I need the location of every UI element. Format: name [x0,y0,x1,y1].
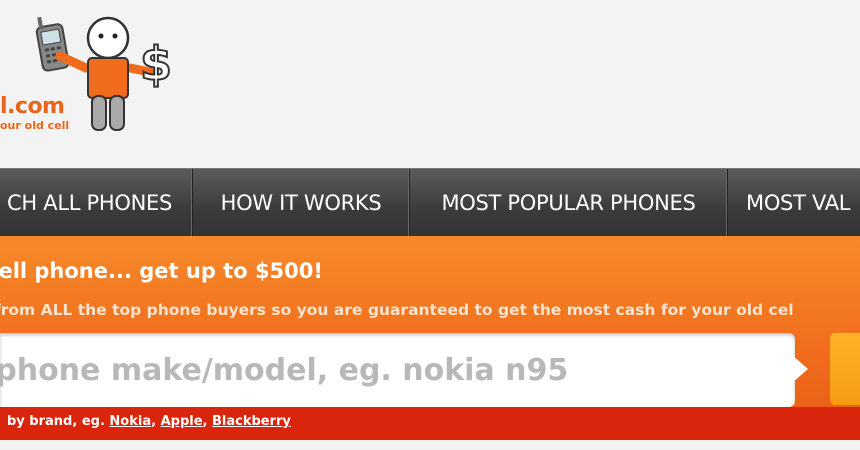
nav-item-most-valuable[interactable]: MOST VAL [728,169,860,237]
logo[interactable]: $ l.com our old cell [0,8,190,148]
search-box [0,333,795,407]
logo-text: l.com [0,94,65,119]
browse-by-brand: by brand, eg. Nokia, Apple, Blackberry [7,414,291,429]
svg-text:$: $ [140,37,172,91]
brand-link-nokia[interactable]: Nokia [109,414,151,429]
nav-item-most-popular-phones[interactable]: MOST POPULAR PHONES [410,169,728,237]
page-bottom-edge [0,440,860,450]
search-input[interactable] [0,333,780,407]
brand-link-blackberry[interactable]: Blackberry [212,414,291,429]
promo-subtitle: from ALL the top phone buyers so you are… [0,301,794,319]
browse-prefix: by brand, eg. [7,414,105,429]
brand-link-apple[interactable]: Apple [161,414,203,429]
promo-title: cell phone... get up to $500! [0,259,323,283]
logo-tagline: our old cell [0,119,70,132]
main-nav: CH ALL PHONES HOW IT WORKS MOST POPULAR … [0,168,860,237]
search-go-button[interactable] [830,333,860,405]
nav-item-search-all-phones[interactable]: CH ALL PHONES [0,169,193,237]
search-arrow-pointer [792,355,808,383]
nav-item-how-it-works[interactable]: HOW IT WORKS [193,169,410,237]
